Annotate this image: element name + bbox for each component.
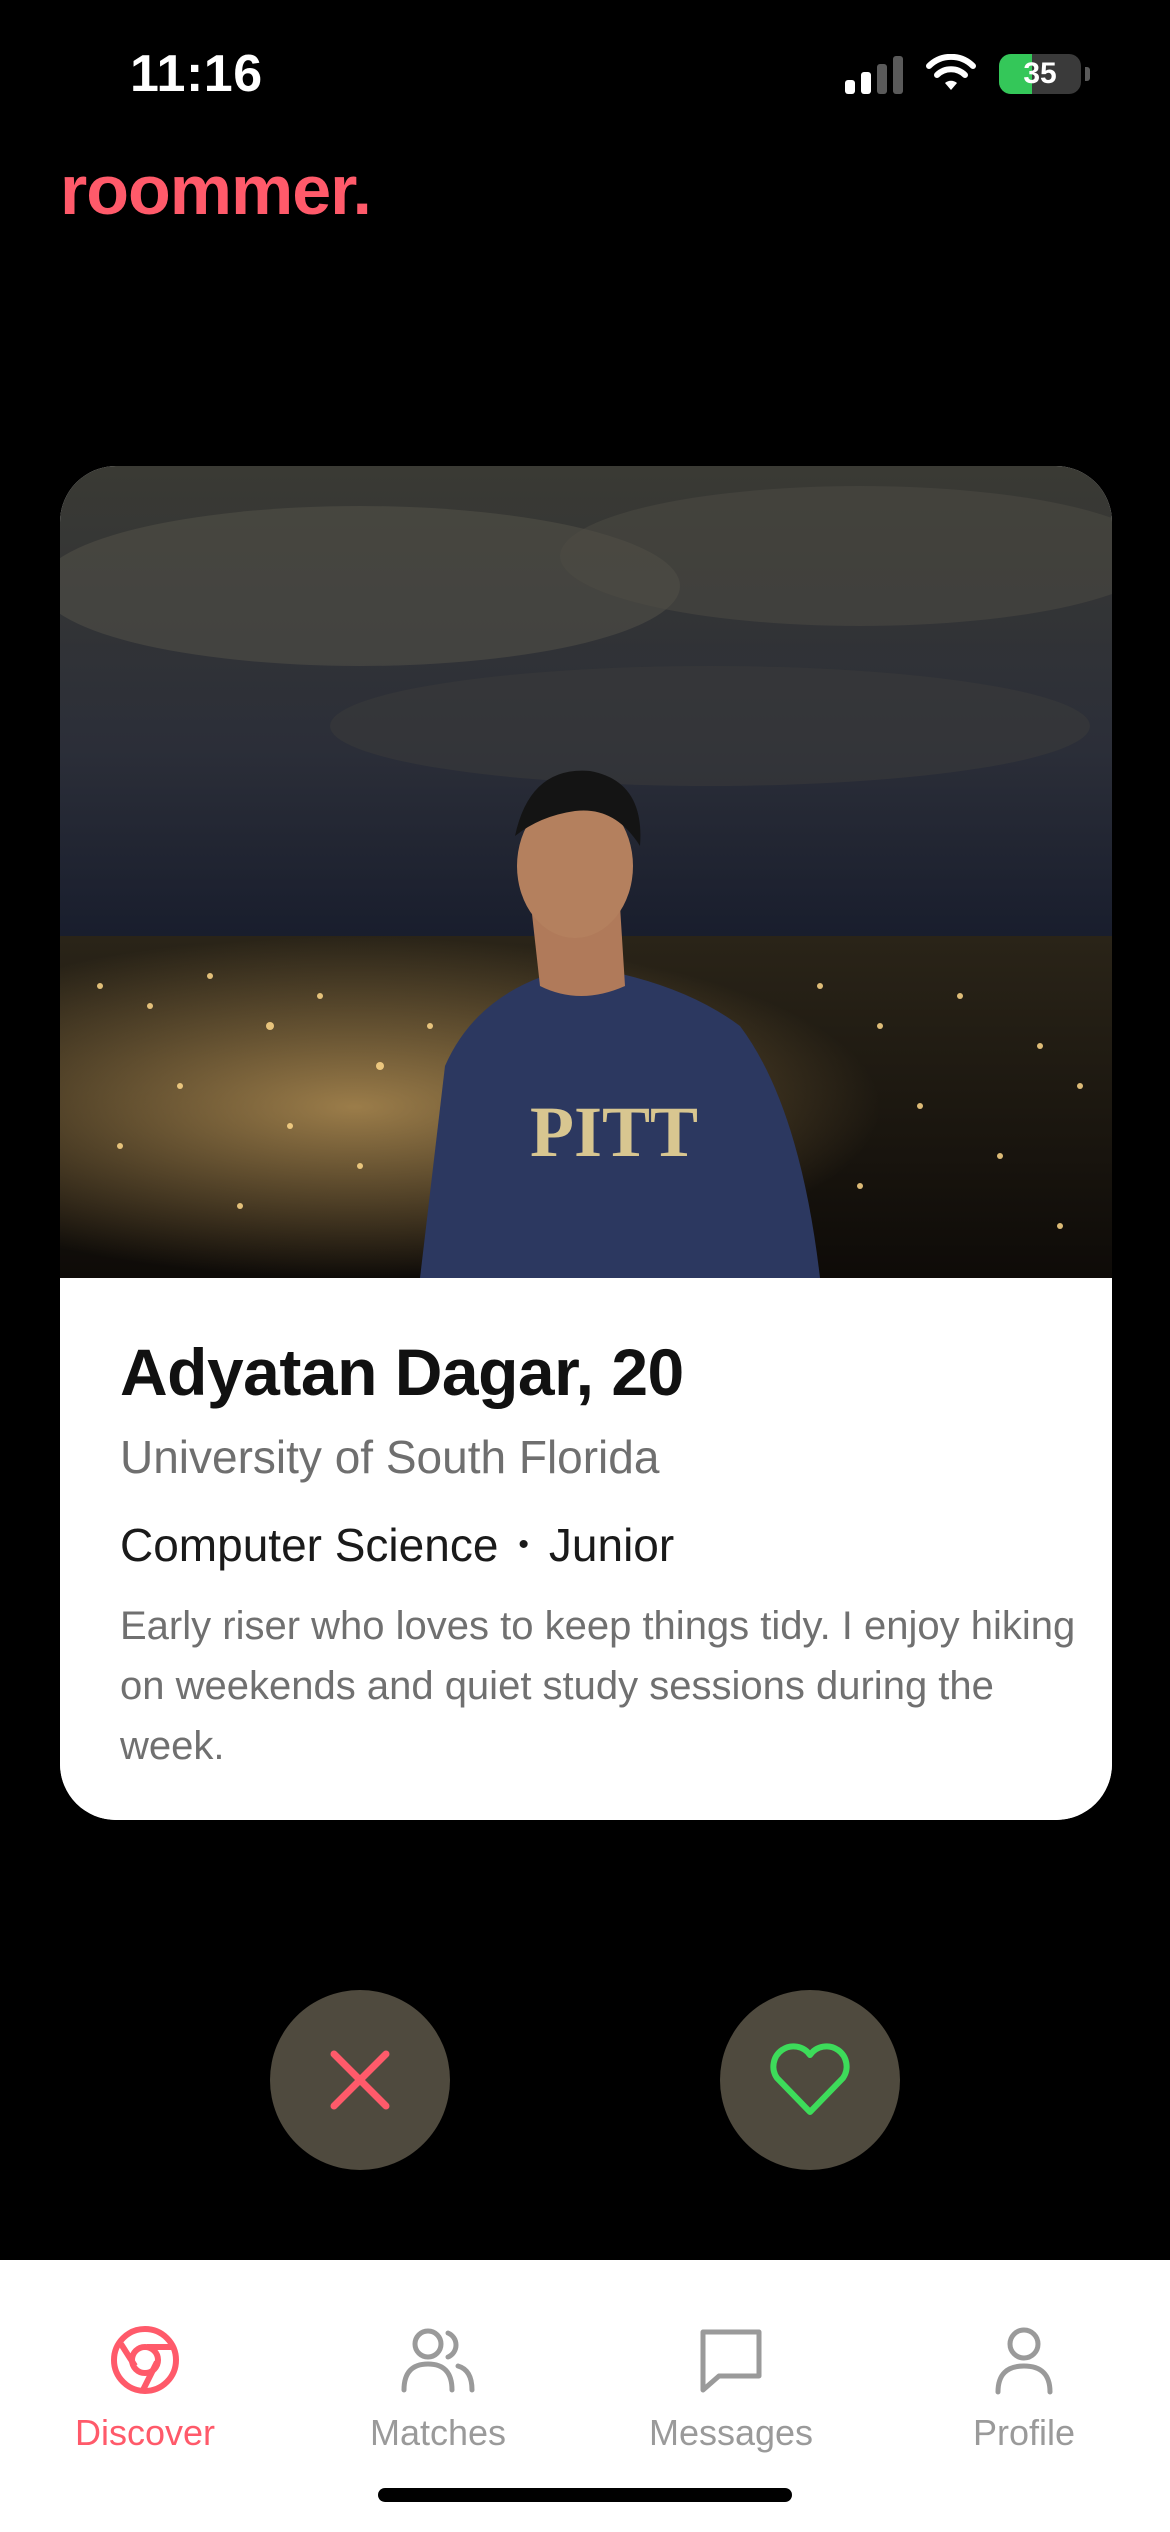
- people-icon: [401, 2328, 475, 2393]
- like-button[interactable]: [720, 1990, 900, 2170]
- profile-university: University of South Florida: [120, 1431, 660, 1483]
- profile-major: Computer Science: [120, 1519, 499, 1571]
- status-bar: 11:16 35: [0, 0, 1170, 160]
- status-time: 11:16: [130, 45, 263, 103]
- tab-discover[interactable]: Discover: [15, 2320, 275, 2454]
- profile-major-line: Computer Science • Junior: [120, 1518, 674, 1572]
- discover-icon: [111, 2326, 179, 2394]
- profile-name-age: Adyatan Dagar, 20: [120, 1335, 684, 1409]
- profile-info: Adyatan Dagar, 20 University of South Fl…: [60, 1278, 1112, 1820]
- tab-profile[interactable]: Profile: [894, 2320, 1154, 2454]
- svg-text:PITT: PITT: [530, 1092, 698, 1172]
- tab-messages[interactable]: Messages: [601, 2320, 861, 2454]
- tab-label: Profile: [972, 2412, 1076, 2453]
- battery-percent: 35: [1023, 57, 1057, 90]
- x-icon: [330, 2050, 390, 2110]
- profile-photo: PITT: [60, 466, 1112, 1278]
- heart-icon: [770, 2043, 850, 2115]
- tab-matches[interactable]: Matches: [308, 2320, 568, 2454]
- separator-dot: •: [518, 1528, 529, 1561]
- person-icon: [995, 2327, 1053, 2395]
- cellular-signal-icon: [845, 54, 903, 94]
- profile-year: Junior: [548, 1519, 675, 1571]
- profile-bio: Early riser who loves to keep things tid…: [120, 1604, 1076, 1768]
- tab-label: Matches: [369, 2412, 507, 2453]
- battery-icon: 35: [999, 54, 1081, 94]
- tab-label: Messages: [648, 2412, 814, 2453]
- status-icons: 35: [845, 54, 1090, 94]
- app-logo: roommer.: [60, 151, 372, 229]
- profile-card[interactable]: PITT Adyatan Dagar, 20 University of Sou…: [60, 466, 1112, 1820]
- message-icon: [700, 2329, 762, 2393]
- battery-nub: [1085, 67, 1090, 81]
- tab-label: Discover: [74, 2412, 216, 2453]
- wifi-icon: [926, 54, 976, 90]
- home-indicator[interactable]: [378, 2488, 792, 2502]
- pass-button[interactable]: [270, 1990, 450, 2170]
